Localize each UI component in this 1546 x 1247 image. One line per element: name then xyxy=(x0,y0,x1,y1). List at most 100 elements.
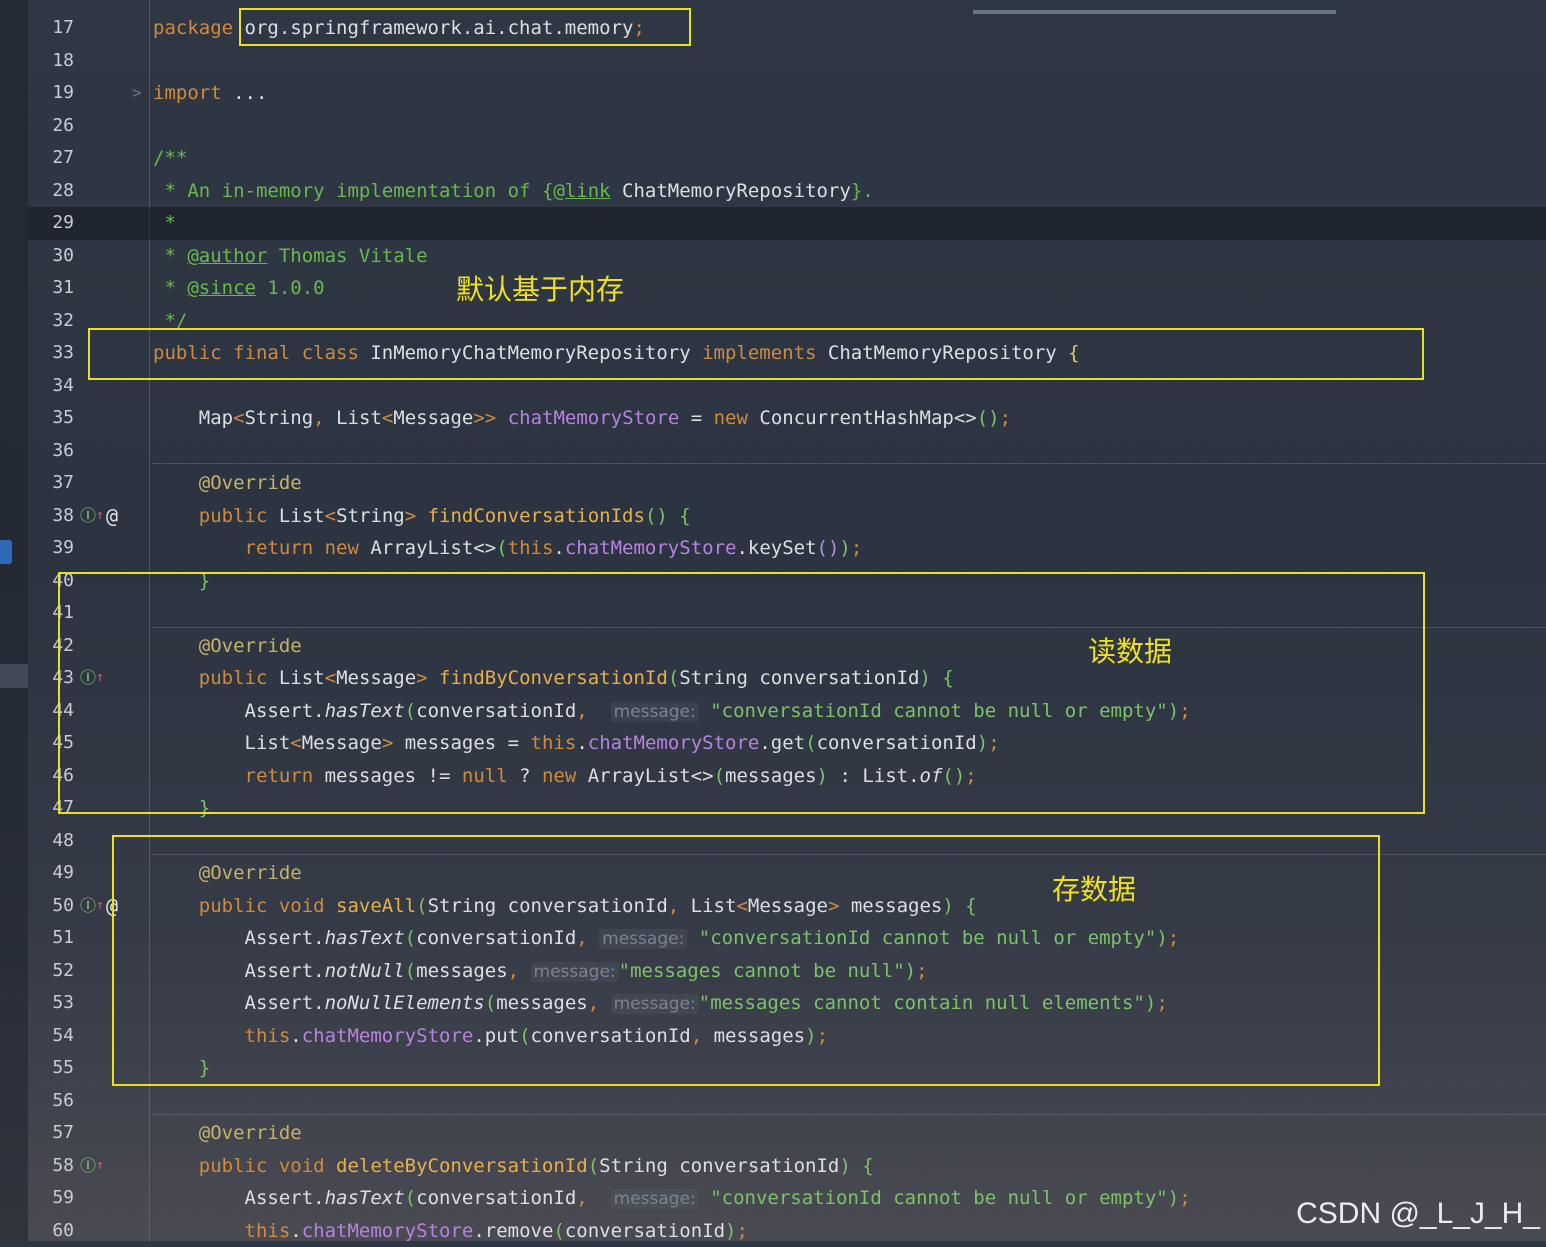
code-token: ConcurrentHashMap<> xyxy=(759,407,976,429)
code-text[interactable]: return new ArrayList<>(this.chatMemorySt… xyxy=(153,532,862,565)
code-text[interactable]: import ... xyxy=(153,77,267,110)
line-number[interactable]: 49 xyxy=(28,857,74,890)
code-token: ; xyxy=(1179,1187,1190,1209)
code-token: List xyxy=(336,407,382,429)
code-text[interactable]: this.chatMemoryStore.remove(conversation… xyxy=(153,1215,748,1247)
line-number[interactable]: 38 xyxy=(28,500,74,533)
line-number[interactable]: 28 xyxy=(28,175,74,208)
code-token: >> xyxy=(473,407,507,429)
code-token: new xyxy=(714,407,760,429)
code-token: deleteByConversationId xyxy=(336,1155,588,1177)
code-token: < xyxy=(325,505,336,527)
read-method-highlight-box xyxy=(58,572,1425,814)
line-number[interactable]: 17 xyxy=(28,12,74,45)
line-number[interactable]: 57 xyxy=(28,1117,74,1150)
line-number[interactable]: 59 xyxy=(28,1182,74,1215)
line-number[interactable]: 18 xyxy=(28,45,74,78)
line-number[interactable]: 54 xyxy=(28,1020,74,1053)
line-number[interactable]: 51 xyxy=(28,922,74,955)
code-token: public xyxy=(153,505,279,527)
code-token: chatMemoryStore xyxy=(565,537,737,559)
code-text[interactable]: Map<String, List<Message>> chatMemorySto… xyxy=(153,402,1011,435)
code-line[interactable]: 38Ⓘ↑@ public List<String> findConversati… xyxy=(28,500,1546,533)
code-line[interactable]: 29 * xyxy=(28,207,1546,240)
code-token: = xyxy=(679,407,713,429)
line-number[interactable]: 50 xyxy=(28,890,74,923)
line-number[interactable]: 32 xyxy=(28,305,74,338)
line-number[interactable]: 52 xyxy=(28,955,74,988)
line-number[interactable]: 56 xyxy=(28,1085,74,1118)
code-text[interactable]: /** xyxy=(153,142,187,175)
line-number[interactable]: 31 xyxy=(28,272,74,305)
code-token: 1.0.0 xyxy=(256,277,325,299)
code-token: @Override xyxy=(153,472,302,494)
code-token: > xyxy=(405,505,428,527)
implements-method-icon[interactable]: Ⓘ↑ xyxy=(80,500,104,533)
code-token: conversationId xyxy=(565,1220,725,1242)
code-token: ; xyxy=(1000,407,1011,429)
line-number[interactable]: 48 xyxy=(28,825,74,858)
line-number[interactable]: 27 xyxy=(28,142,74,175)
code-line[interactable]: 56 xyxy=(28,1085,1546,1118)
code-text[interactable]: @Override xyxy=(153,1117,302,1150)
line-number[interactable]: 30 xyxy=(28,240,74,273)
code-token: @link xyxy=(553,180,610,202)
code-text[interactable]: public void deleteByConversationId(Strin… xyxy=(153,1150,874,1183)
line-number[interactable]: 33 xyxy=(28,337,74,370)
code-text[interactable]: * xyxy=(153,207,176,240)
code-token: return new xyxy=(153,537,370,559)
code-token: , xyxy=(313,407,336,429)
code-text[interactable]: * An in-memory implementation of {@link … xyxy=(153,175,874,208)
tool-window-indicator[interactable] xyxy=(0,540,12,564)
tool-window-indicator-2[interactable] xyxy=(0,664,28,688)
line-number[interactable]: 36 xyxy=(28,435,74,468)
line-number[interactable]: 53 xyxy=(28,987,74,1020)
code-line[interactable]: 28 * An in-memory implementation of {@li… xyxy=(28,175,1546,208)
default-memory-annotation: 默认基于内存 xyxy=(456,268,624,308)
code-text[interactable]: Assert.hasText(conversationId, message: … xyxy=(153,1182,1191,1216)
line-number[interactable]: 60 xyxy=(28,1215,74,1247)
code-token: Message xyxy=(393,407,473,429)
line-number[interactable]: 58 xyxy=(28,1150,74,1183)
code-token: () xyxy=(977,407,1000,429)
code-token: Thomas Vitale xyxy=(267,245,427,267)
code-token: package xyxy=(153,17,245,39)
line-number[interactable]: 55 xyxy=(28,1052,74,1085)
code-line[interactable]: 27 /** xyxy=(28,142,1546,175)
code-line[interactable]: 19 > import ... xyxy=(28,77,1546,110)
code-token: ( xyxy=(553,1220,564,1242)
code-text[interactable]: * @author Thomas Vitale xyxy=(153,240,428,273)
code-line[interactable]: 31 * @since 1.0.0 xyxy=(28,272,1546,305)
line-number[interactable]: 26 xyxy=(28,110,74,143)
code-text[interactable]: * @since 1.0.0 xyxy=(153,272,325,305)
line-number[interactable]: 37 xyxy=(28,467,74,500)
line-number[interactable]: 39 xyxy=(28,532,74,565)
line-number[interactable]: 34 xyxy=(28,370,74,403)
save-method-highlight-box xyxy=(112,835,1380,1086)
code-text[interactable]: public List<String> findConversationIds(… xyxy=(153,500,691,533)
code-line[interactable]: 58Ⓘ↑ public void deleteByConversationId(… xyxy=(28,1150,1546,1183)
code-line[interactable]: 37 @Override xyxy=(28,467,1546,500)
code-token: this xyxy=(508,537,554,559)
code-line[interactable]: 57 @Override xyxy=(28,1117,1546,1150)
fold-chevron-icon[interactable]: > xyxy=(132,77,142,110)
line-number[interactable]: 19 xyxy=(28,77,74,110)
endpoint-at-icon[interactable]: @ xyxy=(106,500,118,533)
code-token: Map xyxy=(153,407,233,429)
code-line[interactable]: 35 Map<String, List<Message>> chatMemory… xyxy=(28,402,1546,435)
csdn-watermark: CSDN @_L_J_H_ xyxy=(1296,1197,1540,1231)
code-token: , xyxy=(576,1187,610,1209)
line-number[interactable]: 35 xyxy=(28,402,74,435)
line-number[interactable]: 29 xyxy=(28,207,74,240)
implements-method-icon[interactable]: Ⓘ↑ xyxy=(80,890,104,923)
code-token: conversationId xyxy=(416,1187,576,1209)
code-token: this xyxy=(153,1220,290,1242)
code-line[interactable]: 39 return new ArrayList<>(this.chatMemor… xyxy=(28,532,1546,565)
code-line[interactable]: 18 xyxy=(28,45,1546,78)
code-text[interactable]: @Override xyxy=(153,467,302,500)
code-token: ) xyxy=(725,1220,736,1242)
code-line[interactable]: 30 * @author Thomas Vitale xyxy=(28,240,1546,273)
code-line[interactable]: 26 xyxy=(28,110,1546,143)
code-token: . xyxy=(290,1220,301,1242)
implements-method-icon[interactable]: Ⓘ↑ xyxy=(80,1150,104,1183)
